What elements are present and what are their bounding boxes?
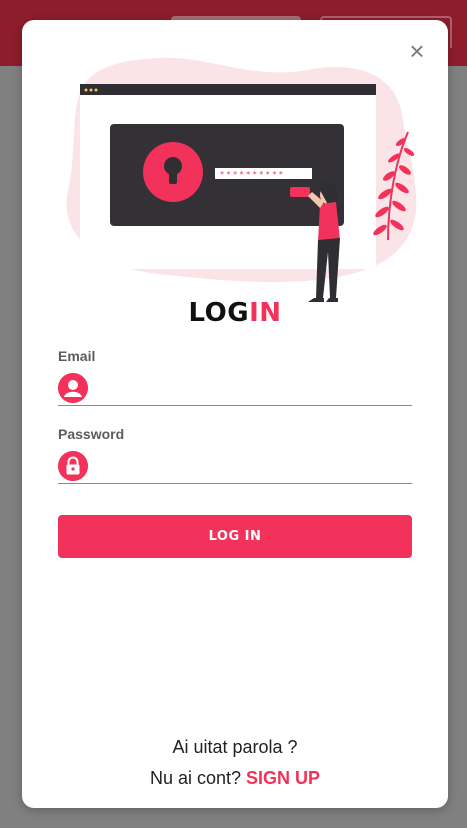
title-part-in: IN (249, 298, 282, 328)
password-field-row (58, 449, 412, 484)
page-title: LOGIN (22, 298, 448, 328)
email-field-row (58, 371, 412, 406)
email-label: Email (58, 348, 96, 364)
user-icon (58, 373, 88, 403)
login-button[interactable]: LOG IN (58, 515, 412, 558)
signup-prompt: Nu ai cont? (149, 768, 242, 788)
title-part-login: LOG (188, 298, 250, 328)
email-input[interactable] (98, 373, 412, 403)
password-label: Password (58, 426, 125, 442)
login-modal: × * * * * * * * * * * LOGIN Email Passwo… (22, 20, 448, 808)
password-input[interactable] (98, 451, 412, 481)
svg-text:* * * * * * * * * *: * * * * * * * * * * (220, 170, 283, 179)
signup-link[interactable]: SIGN UP (246, 768, 320, 788)
lock-icon (58, 451, 88, 481)
signup-line: Nu ai cont? SIGN UP (22, 768, 448, 789)
forgot-password-link[interactable]: Ai uitat parola ? (22, 737, 448, 758)
login-illustration: * * * * * * * * * * (66, 57, 417, 302)
